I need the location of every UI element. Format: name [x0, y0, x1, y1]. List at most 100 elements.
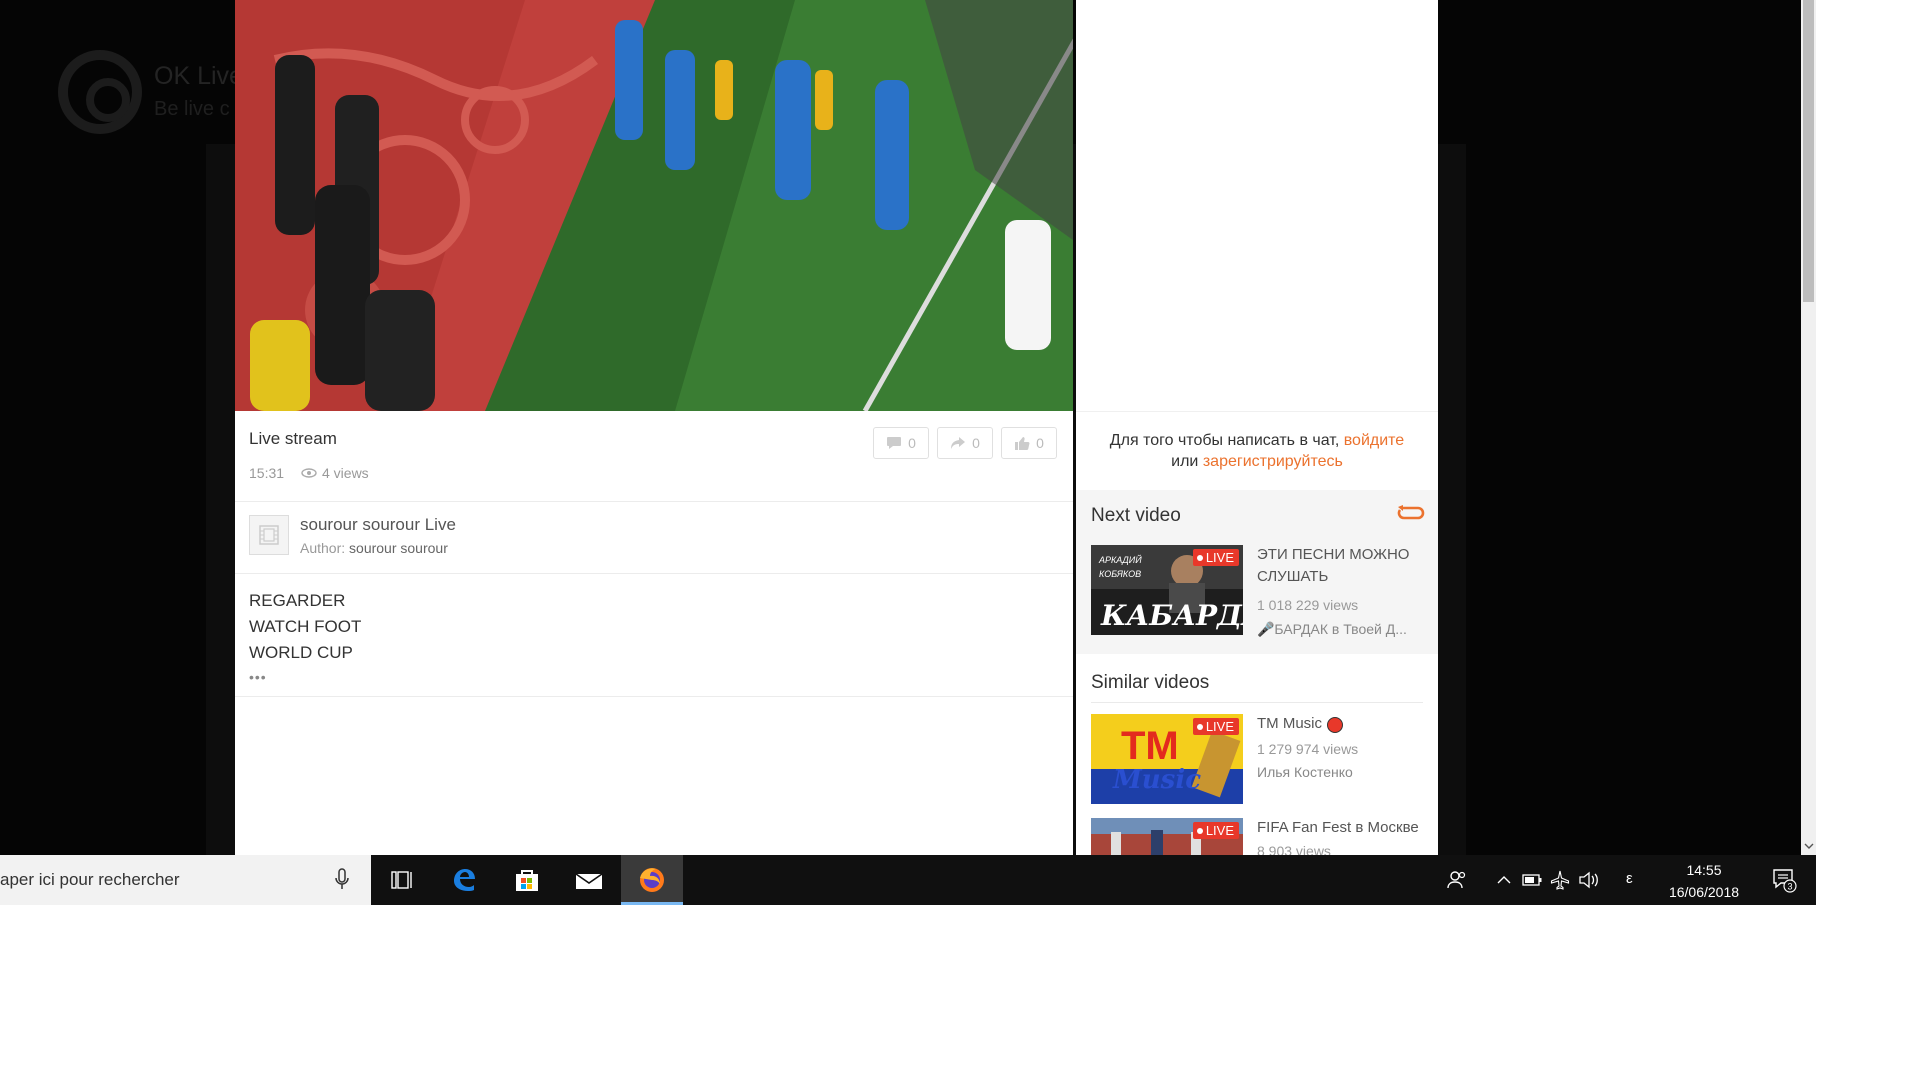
description-line: WORLD CUP — [249, 643, 353, 662]
right-sidebar: Для того чтобы написать в чат, войдите и… — [1076, 0, 1438, 855]
thumb-caption: КОБЯКОВ — [1099, 569, 1141, 579]
video-title: Live stream — [249, 429, 337, 448]
similar-video-title[interactable]: TM Music — [1257, 713, 1322, 735]
video-info: Live stream 15:31 4 views 0 0 0 sourour … — [235, 411, 1073, 855]
action-center-button[interactable]: 3 — [1764, 855, 1804, 905]
next-video-author[interactable]: 🎤БАРДАК в Твоей Д... — [1257, 621, 1425, 638]
description-line: WATCH FOOT — [249, 617, 362, 636]
notification-icon: 3 — [1773, 869, 1797, 893]
divider — [1076, 411, 1438, 412]
mail-button[interactable] — [558, 855, 620, 905]
clock-date[interactable]: 16/06/2018 — [1660, 884, 1748, 900]
live-badge-text: LIVE — [1205, 719, 1234, 734]
chevron-up-icon — [1497, 876, 1511, 884]
video-player[interactable] — [235, 0, 1073, 411]
like-count: 0 — [1036, 435, 1044, 451]
edge-button[interactable] — [433, 855, 495, 905]
ok-live-logo-icon — [58, 50, 142, 134]
channel-avatar[interactable] — [249, 515, 289, 555]
next-video-section: Next video АРКАДИЙ КОБЯКОВ КАБАРДАК LI — [1076, 490, 1438, 654]
live-badge: LIVE — [1192, 549, 1239, 566]
video-time: 15:31 — [249, 465, 285, 481]
comment-button[interactable]: 0 — [873, 427, 929, 459]
views-counter: 4 views — [301, 465, 369, 481]
share-count: 0 — [972, 435, 980, 451]
autoplay-repeat-icon[interactable] — [1396, 503, 1426, 525]
background-app-title: OK Live — [154, 62, 243, 90]
thumb-caption: TM — [1121, 724, 1179, 768]
live-dot-icon — [1196, 827, 1203, 834]
background-app-subtitle: Be live c — [154, 98, 230, 120]
volume-button[interactable] — [1574, 855, 1604, 905]
taskbar-search[interactable]: aper ici pour rechercher — [0, 855, 371, 905]
divider — [235, 696, 1073, 697]
similar-video-views: 1 279 974 views — [1257, 741, 1359, 757]
next-video-views: 1 018 229 views — [1257, 597, 1359, 613]
firefox-icon — [640, 868, 664, 892]
scrollbar-thumb[interactable] — [1803, 0, 1814, 302]
firefox-button[interactable] — [621, 855, 683, 905]
similar-video-thumbnail[interactable]: TM Music LIVE — [1091, 714, 1243, 804]
scroll-down-button[interactable] — [1801, 836, 1816, 855]
chevron-down-icon — [1804, 843, 1813, 849]
clock-time[interactable]: 14:55 — [1660, 862, 1748, 878]
battery-icon — [1522, 874, 1542, 886]
task-view-button[interactable] — [371, 855, 433, 905]
thumb-caption: КАБАРДАК — [1100, 599, 1243, 632]
divider — [235, 501, 1073, 502]
live-dot-icon — [1196, 554, 1203, 561]
next-video-title[interactable]: ЭТИ ПЕСНИ МОЖНО СЛУШАТЬ — [1257, 544, 1425, 588]
page-scrollbar[interactable] — [1801, 0, 1816, 855]
people-icon — [1447, 871, 1466, 889]
divider — [235, 573, 1073, 574]
show-hidden-icons-button[interactable] — [1490, 855, 1518, 905]
register-link[interactable]: зарегистрируйтесь — [1203, 453, 1343, 470]
similar-videos-heading: Similar videos — [1091, 672, 1210, 693]
author-link[interactable]: sourour sourour — [349, 540, 448, 556]
live-record-icon — [1327, 717, 1343, 733]
people-button[interactable] — [1440, 855, 1474, 905]
next-video-heading: Next video — [1091, 505, 1181, 526]
author-label: Author: — [300, 540, 346, 556]
edge-icon — [454, 869, 475, 891]
store-icon — [516, 870, 538, 891]
author-row: Author: sourour sourour — [300, 540, 448, 556]
share-icon — [951, 437, 966, 449]
volume-icon — [1579, 871, 1598, 889]
chat-or-text: или — [1171, 453, 1199, 470]
microphone-icon[interactable] — [335, 868, 349, 892]
description-line: REGARDER — [249, 591, 346, 610]
live-badge-text: LIVE — [1205, 823, 1234, 838]
thumbs-up-icon — [1015, 436, 1030, 450]
views-text: 4 views — [322, 465, 369, 481]
live-badge: LIVE — [1192, 822, 1239, 839]
similar-video-thumbnail[interactable]: LIVE — [1091, 818, 1243, 855]
battery-button[interactable] — [1518, 855, 1546, 905]
expand-description-button[interactable]: ••• — [249, 669, 267, 685]
task-view-icon — [391, 871, 412, 889]
live-badge: LIVE — [1192, 718, 1239, 735]
windows-taskbar: aper ici pour rechercher ε 14:55 16/06/2… — [0, 855, 1816, 905]
language-indicator[interactable]: ε — [1626, 870, 1633, 887]
live-dot-icon — [1196, 723, 1203, 730]
similar-video-title[interactable]: FIFA Fan Fest в Москве — [1257, 817, 1419, 839]
like-button[interactable]: 0 — [1001, 427, 1057, 459]
channel-name-link[interactable]: sourour sourour Live — [300, 515, 456, 535]
next-video-thumbnail[interactable]: АРКАДИЙ КОБЯКОВ КАБАРДАК LIVE — [1091, 545, 1243, 635]
notification-count: 3 — [1787, 882, 1792, 892]
store-button[interactable] — [496, 855, 558, 905]
comment-count: 0 — [908, 435, 916, 451]
mail-icon — [575, 873, 603, 889]
share-button[interactable]: 0 — [937, 427, 993, 459]
similar-video-views: 8 903 views — [1257, 843, 1331, 855]
thumb-caption: АРКАДИЙ — [1098, 554, 1142, 565]
video-frame — [235, 0, 1073, 411]
login-link[interactable]: войдите — [1344, 432, 1404, 449]
comment-icon — [887, 437, 902, 449]
airplane-mode-button[interactable] — [1546, 855, 1574, 905]
live-badge-text: LIVE — [1205, 550, 1234, 565]
chat-prompt-text: Для того чтобы написать в чат, — [1109, 432, 1340, 449]
screen: OK Live Be live c Live stream 15:31 4 vi… — [0, 0, 1816, 905]
similar-video-author[interactable]: Илья Костенко — [1257, 764, 1353, 780]
film-icon — [259, 525, 279, 545]
